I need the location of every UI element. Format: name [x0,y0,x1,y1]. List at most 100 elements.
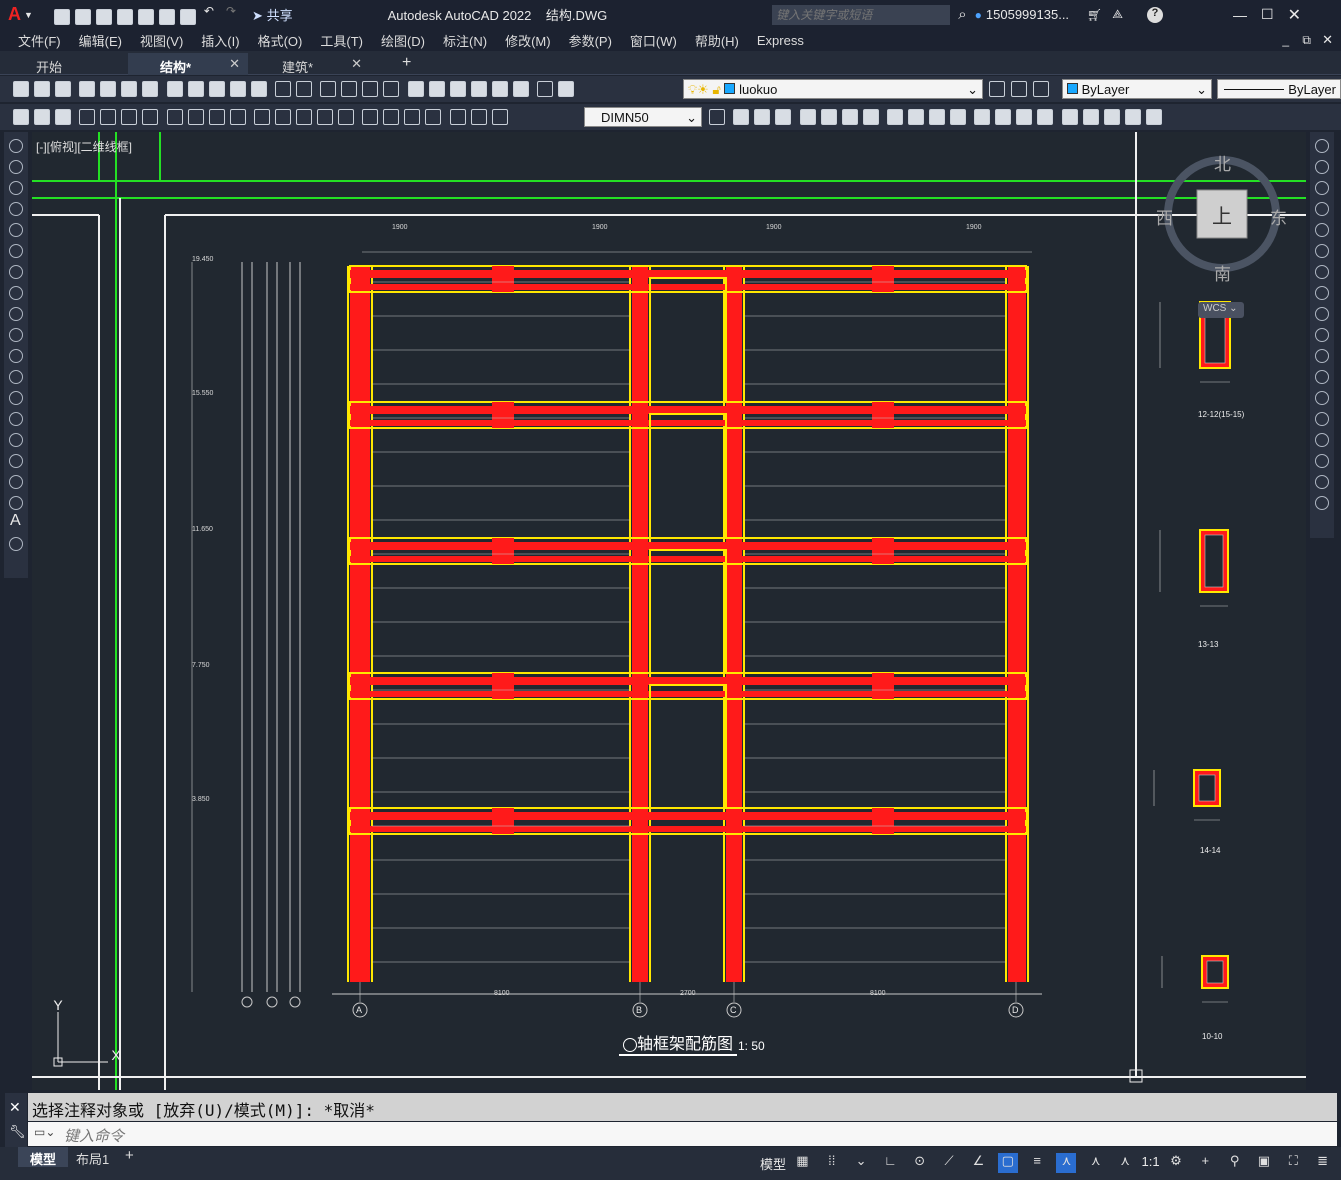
make-current-layer-icon[interactable] [989,81,1005,97]
menu-express[interactable]: Express [757,33,816,48]
paste-icon[interactable] [208,81,225,97]
dim-linear-icon[interactable] [79,109,96,125]
help-icon[interactable] [537,81,554,97]
viewcube-west[interactable]: 西 [1156,204,1173,229]
construction-line-icon[interactable] [9,160,23,174]
viewport-label[interactable]: [-][俯视][二维线框] [36,138,132,155]
gradient-icon[interactable] [9,454,23,468]
web-icon[interactable] [142,81,159,97]
viewcube[interactable]: 北 南 西 东 上 [1156,148,1287,284]
point-icon[interactable] [9,412,23,426]
drawing-svg[interactable]: Y X [32,132,1306,1090]
dim-continue-icon[interactable] [296,109,313,125]
extend-icon[interactable] [1315,349,1329,363]
rotate-icon[interactable] [841,109,858,125]
preview-icon[interactable] [100,81,117,97]
doc-minimize-button[interactable]: _ [1282,33,1289,47]
menu-dimension[interactable]: 标注(N) [443,31,499,50]
model-space-toggle[interactable]: 模型 [760,1154,786,1173]
close-button[interactable]: ✕ [1288,5,1301,25]
design-center-icon[interactable] [428,81,445,97]
color-dropdown[interactable]: ByLayer ⌄ [1062,79,1212,99]
stretch-icon[interactable] [887,109,904,125]
trim-icon[interactable] [908,109,925,125]
edit-hatch-icon[interactable] [1124,109,1141,125]
region-icon[interactable] [9,475,23,489]
qnew-icon[interactable] [13,81,29,97]
viewcube-east[interactable]: 东 [1270,204,1287,229]
layer-state-icon[interactable] [1033,81,1049,97]
open-icon[interactable] [74,9,91,25]
dim-diameter-icon[interactable] [208,109,225,125]
user-name[interactable]: 1505999135... [986,7,1069,22]
undo-icon[interactable] [275,81,292,97]
fillet-icon[interactable] [1016,109,1033,125]
help-icon[interactable]: ? [1147,6,1163,23]
osnap-tracking-icon[interactable]: ∠ [968,1153,988,1173]
menu-tools[interactable]: 工具(T) [320,31,375,50]
extend-icon[interactable] [929,109,946,125]
scale-icon[interactable] [862,109,879,125]
maximize-button[interactable]: ☐ [1261,6,1274,23]
dim-edit-icon[interactable] [449,109,466,125]
hardware-accel-icon[interactable]: ▣ [1254,1153,1274,1173]
autodesk-app-icon[interactable]: ⟁ [1112,7,1123,22]
block-editor-icon[interactable] [250,81,267,97]
dim-space-icon[interactable] [317,109,334,125]
stretch-icon[interactable] [1315,307,1329,321]
doc-close-button[interactable]: ✕ [1322,32,1333,48]
quick-dim-icon[interactable] [254,109,271,125]
menu-format[interactable]: 格式(O) [258,31,315,50]
edit-polyline-icon[interactable] [1082,109,1099,125]
dim-jogged-icon[interactable] [187,109,204,125]
snap-icon[interactable]: ⁞⁞ [822,1153,842,1173]
mirror-icon[interactable] [754,109,771,125]
line-icon[interactable] [9,139,23,153]
dim-style-icon[interactable] [709,109,725,125]
rectangle-icon[interactable] [9,223,23,237]
menu-window[interactable]: 窗口(W) [630,31,689,50]
annotation-scale-icon[interactable]: ⋏ [1115,1153,1135,1173]
insert-block-icon[interactable] [9,370,23,384]
menu-parametric[interactable]: 参数(P) [569,31,624,50]
tab-model[interactable]: 模型 [18,1147,69,1167]
layer-properties-icon[interactable] [558,81,575,97]
redo-icon[interactable]: ↷ [226,4,236,18]
sheet-set-icon[interactable] [470,81,487,97]
break-icon[interactable] [1315,391,1329,405]
copy-obj-icon[interactable] [733,109,750,125]
pan-icon[interactable] [320,81,337,97]
wcs-menu[interactable]: WCS ⌄ [1198,302,1244,318]
hatch-icon[interactable] [9,433,23,447]
menu-file[interactable]: 文件(F) [18,31,73,50]
break-at-point-icon[interactable] [1315,370,1329,384]
autoscale-icon[interactable]: ⋏ [1086,1153,1106,1173]
dim-text-edit-icon[interactable] [470,109,487,125]
tab-layout1[interactable]: 布局1 [64,1147,121,1167]
save-icon[interactable] [55,81,71,97]
save-web-icon[interactable] [158,9,175,25]
undo-icon[interactable]: ↶ [204,4,214,18]
close-icon[interactable]: ✕ [9,1099,27,1116]
dim-angular-icon[interactable] [229,109,246,125]
new-tab-button[interactable]: + [402,54,411,72]
calculator-icon[interactable] [512,81,529,97]
rotate-icon[interactable] [1315,265,1329,279]
dim-update-icon[interactable] [491,109,508,125]
erase-icon[interactable] [1315,139,1329,153]
saveas-icon[interactable] [116,9,133,25]
menu-insert[interactable]: 插入(I) [201,31,251,50]
join-icon[interactable] [1315,412,1329,426]
move-icon[interactable] [1315,244,1329,258]
zoom-window-icon[interactable] [362,81,379,97]
new-icon[interactable] [53,9,70,25]
polar-icon[interactable]: ⊙ [910,1153,930,1173]
plus-icon[interactable]: + [1195,1153,1215,1173]
polyline-icon[interactable] [9,181,23,195]
offset-icon[interactable] [1315,202,1329,216]
dimstyle-dropdown[interactable]: DIMN50 ⌄ [584,107,702,127]
explode-icon[interactable] [1315,496,1329,510]
close-icon[interactable]: ✕ [351,56,362,72]
ellipse-arc-icon[interactable] [9,349,23,363]
share-button[interactable]: ➤ 共享 [252,5,293,24]
